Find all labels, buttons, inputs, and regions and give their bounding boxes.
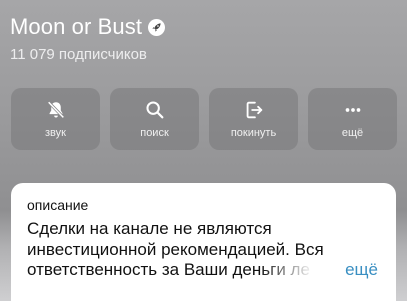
channel-header: Moon or Bust 11 079 подписчиков	[10, 14, 166, 63]
show-more-link[interactable]: ещё	[345, 260, 380, 281]
description-card: описание Сделки на канале не являются ин…	[11, 183, 396, 301]
mute-label: звук	[45, 127, 66, 139]
leave-icon	[246, 101, 262, 119]
leave-label: покинуть	[230, 127, 277, 139]
search-label: поиск	[140, 127, 169, 139]
rocket-icon	[148, 18, 166, 36]
channel-title: Moon or Bust	[10, 14, 143, 39]
action-bar: звук поиск покинуть ещё	[11, 88, 397, 150]
description-heading: описание	[27, 197, 89, 213]
subscriber-count: 11 079 подписчиков	[10, 46, 147, 63]
description-fade: ещё	[260, 260, 380, 281]
search-icon	[145, 101, 163, 119]
mute-button[interactable]: звук	[11, 88, 100, 150]
bell-slash-icon	[47, 101, 64, 119]
leave-button[interactable]: покинуть	[209, 88, 298, 150]
more-label: ещё	[341, 127, 364, 139]
search-button[interactable]: поиск	[110, 88, 199, 150]
more-button[interactable]: ещё	[308, 88, 397, 150]
title-row: Moon or Bust	[10, 14, 166, 40]
description-body: Сделки на канале не являются инвестицион…	[27, 219, 380, 281]
more-icon	[345, 108, 360, 112]
